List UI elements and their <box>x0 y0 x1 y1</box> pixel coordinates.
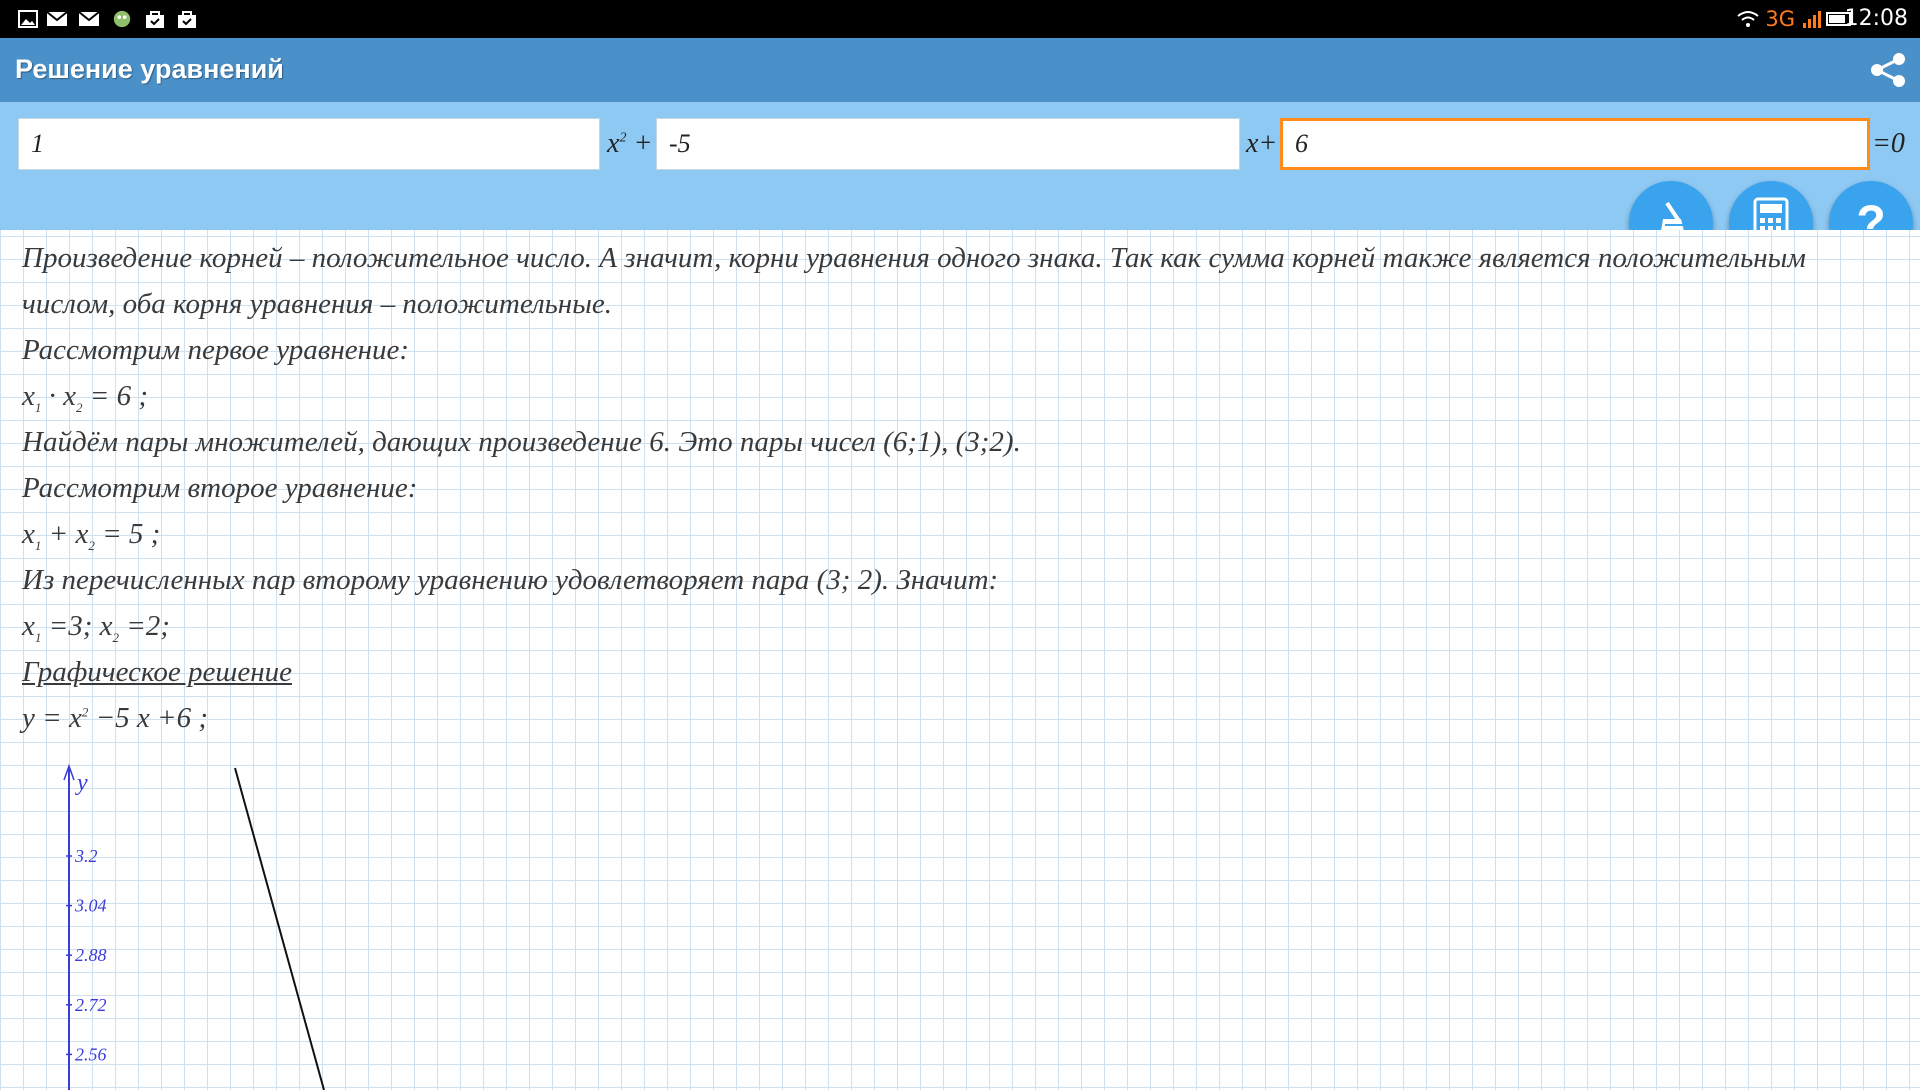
y-tick-label: 3.04 <box>74 896 107 916</box>
signal-icon <box>1803 11 1821 28</box>
coefficient-b-input[interactable] <box>656 118 1240 170</box>
share-icon[interactable] <box>1868 50 1908 90</box>
bag-check-icon <box>178 11 196 28</box>
text-p5: Рассмотрим второе уравнение: <box>22 472 418 504</box>
y-tick-label: 3.2 <box>74 846 98 866</box>
y-axis: y <box>63 763 88 1090</box>
x-label: x+ <box>1246 128 1278 159</box>
wifi-icon <box>1737 11 1759 27</box>
text-p4: Найдём пары множителей, дающих произведе… <box>22 426 1021 458</box>
text-p3: Рассмотрим первое уравнение: <box>22 334 410 366</box>
gmail-icon <box>46 11 68 26</box>
gmail-icon <box>78 11 100 26</box>
text-p1: Произведение корней – положительное числ… <box>22 242 1806 274</box>
solution-content: Произведение корней – положительное числ… <box>0 230 1920 1090</box>
function-formula: y = x2 −5 x +6 ; <box>22 702 208 734</box>
app-title: Решение уравнений <box>15 54 284 84</box>
network-type: 3G <box>1765 7 1795 31</box>
clock: 12:08 <box>1844 6 1908 31</box>
graph-series <box>234 767 325 1090</box>
y-axis-label: y <box>75 770 88 796</box>
gallery-icon <box>18 10 38 28</box>
y-tick-label: 2.56 <box>75 1044 107 1064</box>
function-curve <box>234 767 325 1090</box>
bag-icon <box>146 11 164 28</box>
y-tick-label: 2.72 <box>75 995 107 1015</box>
y-ticks: 3.23.042.882.722.562.4 <box>66 846 107 1064</box>
coefficient-a-input[interactable] <box>18 118 600 170</box>
equals-zero-label: =0 <box>1872 128 1905 159</box>
graph-heading: Графическое решение <box>22 656 292 688</box>
app-bar: Решение уравнений <box>0 38 1920 102</box>
x-squared-label: x2 + <box>607 128 653 159</box>
equation-product: x1 · x2 = 6 ; <box>22 380 148 415</box>
coefficient-c-input[interactable] <box>1280 118 1870 170</box>
roots-result: x1 =3; x2 =2; <box>22 610 170 645</box>
y-tick-label: 2.88 <box>75 945 107 965</box>
app-icon <box>113 10 131 28</box>
equation-sum: x1 + x2 = 5 ; <box>22 518 161 553</box>
status-bar: 3G 12:08 <box>0 0 1920 38</box>
text-p2: числом, оба корня уравнения – положитель… <box>22 288 612 320</box>
function-graph: y 3.23.042.882.722.562.4 <box>63 763 325 1090</box>
text-p6: Из перечисленных пар второму уравнению у… <box>22 564 999 596</box>
